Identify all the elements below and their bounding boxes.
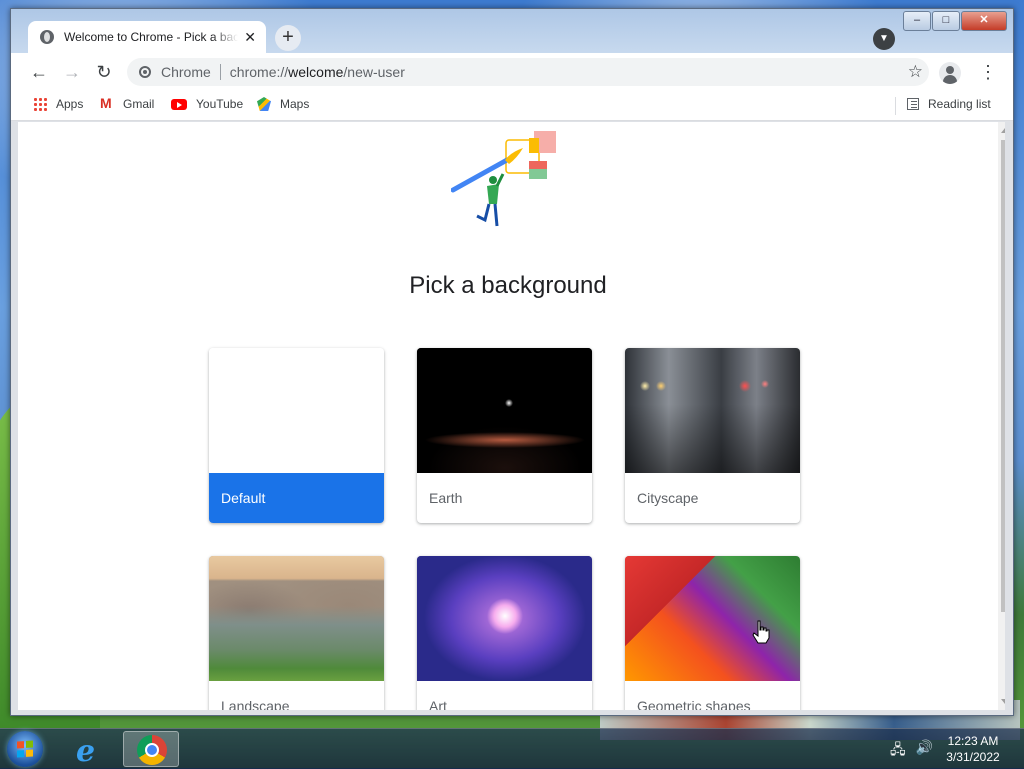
background-label: Landscape (221, 698, 290, 710)
omnibox-label: Chrome (161, 64, 211, 80)
apps-icon (33, 97, 47, 111)
reload-button[interactable]: ↻ (94, 62, 114, 82)
background-card-art[interactable]: Art (417, 556, 592, 710)
scrollbar-thumb[interactable] (1001, 140, 1005, 612)
chrome-logo-icon (137, 735, 167, 765)
page-viewport: Pick a background Default Earth Cityscap… (18, 122, 1005, 710)
scroll-down-icon[interactable] (1001, 699, 1005, 704)
gmail-icon (100, 95, 114, 111)
bookmark-maps[interactable]: Maps (257, 97, 309, 111)
bookmarks-separator (895, 97, 896, 115)
welcome-illustration (451, 131, 556, 227)
background-label: Cityscape (637, 490, 699, 506)
tab-search-button[interactable]: ▼ (873, 28, 895, 50)
background-card-geometric-shapes[interactable]: Geometric shapes (625, 556, 800, 710)
page-title: Pick a background (409, 272, 607, 299)
forward-button[interactable]: → (62, 62, 82, 82)
bookmark-label: Apps (56, 97, 84, 111)
profile-avatar-icon[interactable] (939, 62, 961, 84)
tab-title: Welcome to Chrome - Pick a background (64, 30, 239, 44)
background-label: Earth (429, 490, 463, 506)
reading-list-label: Reading list (928, 97, 991, 111)
windows-logo-icon (17, 740, 33, 758)
bookmark-apps[interactable]: Apps (33, 97, 83, 111)
background-thumbnail (625, 556, 800, 681)
scroll-up-icon[interactable] (1001, 128, 1005, 133)
browser-window: Welcome to Chrome - Pick a background ✕ … (10, 8, 1014, 716)
taskbar-internet-explorer[interactable]: e (62, 731, 118, 769)
reading-list-icon (907, 98, 919, 110)
background-thumbnail (209, 556, 384, 681)
globe-icon (40, 30, 54, 44)
background-label: Default (209, 473, 384, 523)
background-card-earth[interactable]: Earth (417, 348, 592, 523)
omnibox-separator (219, 64, 221, 80)
taskbar: e 🖧 🔊 12:23 AM 3/31/2022 (0, 728, 1024, 769)
window-controls: – □ ✕ (903, 11, 1007, 31)
minimize-button[interactable]: – (903, 11, 931, 31)
background-thumbnail (417, 348, 592, 473)
bookmark-star-icon[interactable]: ☆ (908, 62, 923, 82)
tab-close-icon[interactable]: ✕ (244, 29, 256, 46)
toolbar: ← → ↻ Chrome chrome://welcome/new-user ☆… (11, 53, 1013, 91)
bookmark-youtube[interactable]: YouTube (171, 97, 243, 111)
url-path: /new-user (343, 64, 405, 80)
clock[interactable]: 12:23 AM 3/31/2022 (940, 733, 1006, 765)
taskbar-chrome[interactable] (123, 731, 179, 767)
chrome-icon (139, 66, 151, 78)
clock-time: 12:23 AM (947, 734, 999, 748)
start-button[interactable] (7, 731, 43, 767)
menu-icon[interactable]: ⋮ (979, 62, 997, 82)
background-label: Art (429, 698, 447, 710)
url-prefix: chrome:// (229, 64, 289, 80)
bookmark-label: Gmail (123, 97, 155, 111)
hand-cursor-icon (752, 620, 770, 644)
clock-date: 3/31/2022 (946, 750, 1000, 764)
tab-welcome[interactable]: Welcome to Chrome - Pick a background ✕ (28, 21, 266, 53)
system-tray: 🖧 🔊 (890, 739, 933, 763)
youtube-icon (171, 98, 187, 110)
background-label: Geometric shapes (637, 698, 751, 710)
tab-strip: Welcome to Chrome - Pick a background ✕ … (11, 9, 1013, 53)
bookmark-label: Maps (280, 97, 310, 111)
bookmark-gmail[interactable]: Gmail (100, 95, 155, 111)
vertical-scrollbar[interactable] (998, 122, 1005, 710)
internet-explorer-icon: e (76, 734, 96, 769)
maps-icon (257, 97, 271, 111)
background-thumbnail (209, 348, 384, 473)
address-bar[interactable]: Chrome chrome://welcome/new-user ☆ (127, 58, 929, 86)
reading-list-button[interactable]: Reading list (907, 97, 991, 111)
background-thumbnail (417, 556, 592, 681)
maximize-button[interactable]: □ (932, 11, 960, 31)
bookmark-label: YouTube (196, 97, 244, 111)
back-button[interactable]: ← (29, 62, 49, 82)
background-card-cityscape[interactable]: Cityscape (625, 348, 800, 523)
background-card-default[interactable]: Default (209, 348, 384, 523)
volume-icon[interactable]: 🔊 (916, 739, 933, 763)
url-host: welcome (288, 64, 344, 80)
bookmarks-bar: Apps Gmail YouTube Maps Reading list (11, 91, 1013, 121)
network-icon[interactable]: 🖧 (890, 739, 906, 763)
new-tab-button[interactable]: + (275, 25, 301, 51)
close-window-button[interactable]: ✕ (961, 11, 1007, 31)
url-text[interactable]: chrome://welcome/new-user (230, 64, 405, 80)
background-card-landscape[interactable]: Landscape (209, 556, 384, 710)
background-thumbnail (625, 348, 800, 473)
